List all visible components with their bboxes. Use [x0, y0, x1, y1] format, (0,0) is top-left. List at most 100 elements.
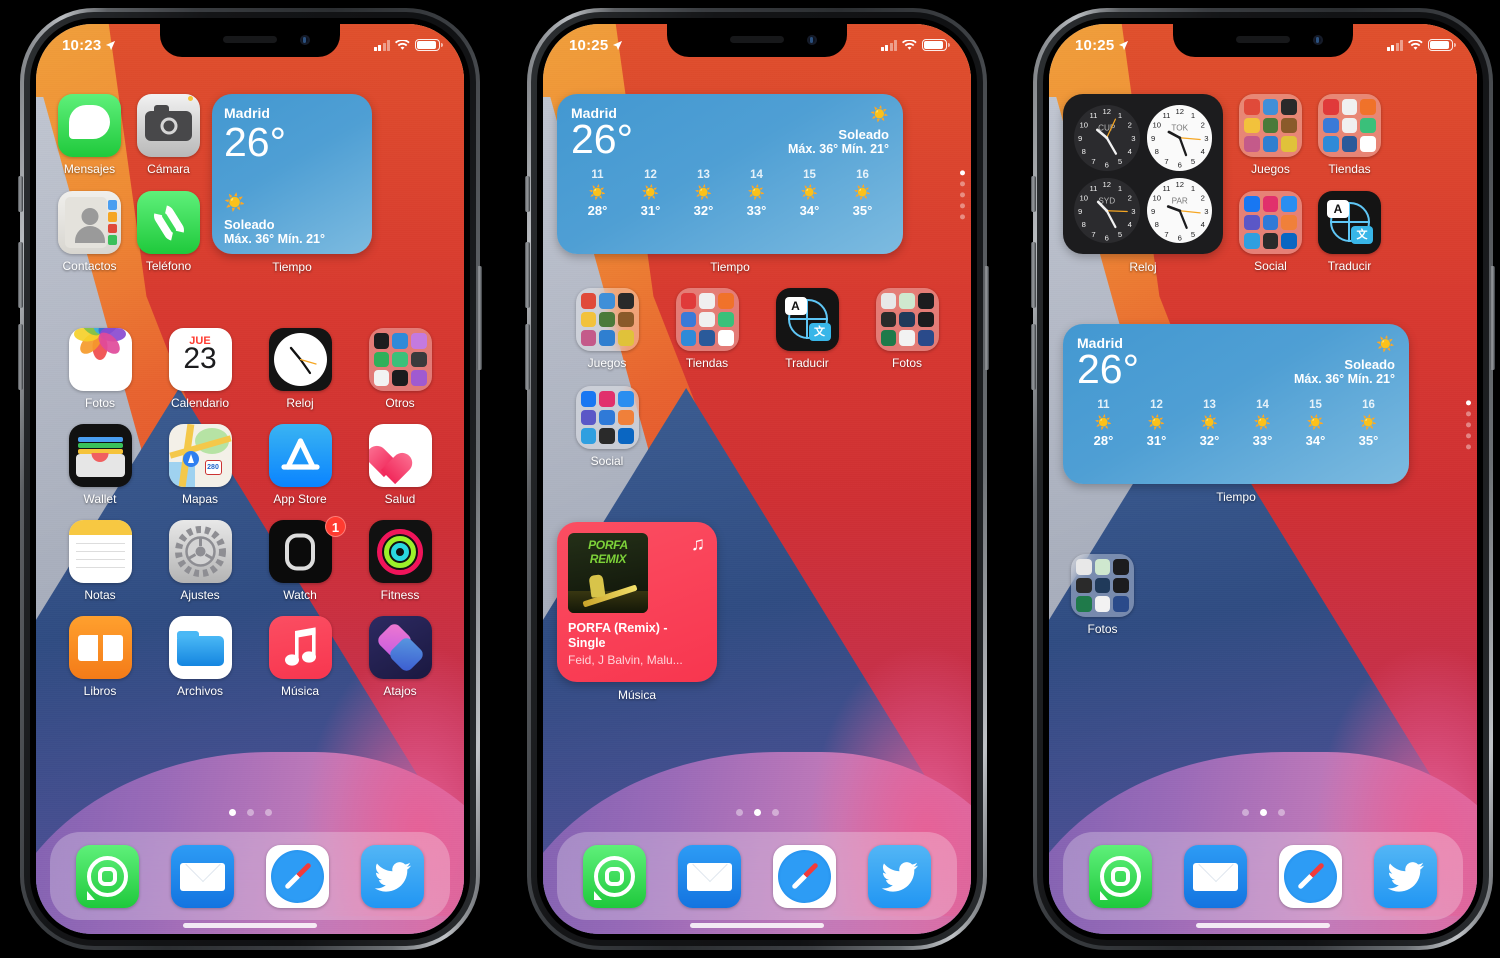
home-indicator[interactable]: [690, 923, 824, 928]
folder-tiendas[interactable]: Tiendas: [1310, 94, 1389, 177]
app-traducir[interactable]: A文 Traducir: [1310, 191, 1389, 274]
app-notas[interactable]: Notas: [50, 520, 150, 602]
volume-down-button[interactable]: [18, 324, 23, 390]
home-indicator[interactable]: [1196, 923, 1330, 928]
appstore-icon[interactable]: [268, 424, 332, 487]
messages-icon[interactable]: [58, 94, 121, 157]
folder-social[interactable]: Social: [557, 386, 657, 468]
folder-fotos[interactable]: Fotos: [1063, 554, 1142, 636]
folder-otros[interactable]: Otros: [350, 328, 450, 410]
whatsapp-icon[interactable]: [583, 844, 646, 908]
safari-icon[interactable]: [773, 844, 836, 908]
mail-icon[interactable]: [171, 844, 234, 908]
safari-icon[interactable]: [1279, 844, 1342, 908]
shortcuts-icon[interactable]: [368, 616, 432, 679]
silent-switch[interactable]: [1031, 176, 1036, 212]
volume-up-button[interactable]: [18, 242, 23, 308]
health-icon[interactable]: [368, 424, 432, 487]
folder-icon[interactable]: [368, 328, 432, 391]
app-camara[interactable]: Cámara: [129, 94, 208, 177]
weather-widget-small[interactable]: Madrid 26° ☀️ Soleado Máx. 36° Mín. 21° …: [212, 94, 372, 274]
music-widget[interactable]: ♫ PORFA REMIX PORFA (Remix) - Single Fei…: [557, 522, 717, 702]
clock-widget[interactable]: 12 1 2 3 4 5 6 7 8 9 10 11 CUP 12 1 2 3 4 5 6 7 8 9 10 11 TOK …: [1063, 94, 1223, 274]
app-reloj[interactable]: Reloj: [250, 328, 350, 410]
home-indicator[interactable]: [183, 923, 317, 928]
calendar-icon[interactable]: JUE 23: [168, 328, 232, 391]
files-icon[interactable]: [168, 616, 232, 679]
widget-stack-dots[interactable]: [960, 170, 965, 220]
watch-icon[interactable]: [268, 520, 332, 583]
app-telefono[interactable]: Teléfono: [129, 191, 208, 274]
app-atajos[interactable]: Atajos: [350, 616, 450, 698]
mail-icon[interactable]: [1184, 844, 1247, 908]
mail-icon[interactable]: [678, 844, 741, 908]
app-mensajes[interactable]: Mensajes: [50, 94, 129, 177]
twitter-icon[interactable]: [361, 844, 424, 908]
folder-icon[interactable]: [875, 288, 939, 351]
app-contactos[interactable]: Contactos: [50, 191, 129, 274]
app-archivos[interactable]: Archivos: [150, 616, 250, 698]
app-watch[interactable]: 1 Watch: [250, 516, 350, 602]
app-app-store[interactable]: App Store: [250, 424, 350, 506]
twitter-icon[interactable]: [1374, 844, 1437, 908]
app-traducir[interactable]: A文 Traducir: [757, 288, 857, 370]
app-salud[interactable]: Salud: [350, 424, 450, 506]
volume-down-button[interactable]: [1031, 324, 1036, 390]
wallet-icon[interactable]: [68, 424, 132, 487]
power-button[interactable]: [984, 266, 989, 370]
app-calendario[interactable]: JUE 23 Calendario: [150, 328, 250, 410]
weather-widget-wide[interactable]: ☀️ Madrid 26° Soleado Máx. 36° Mín. 21°: [1063, 324, 1409, 504]
notes-icon[interactable]: [68, 520, 132, 583]
page-indicator[interactable]: [36, 809, 464, 816]
app-musica[interactable]: Música: [250, 616, 350, 698]
folder-fotos[interactable]: Fotos: [857, 288, 957, 370]
music-widget-body[interactable]: ♫ PORFA REMIX PORFA (Remix) - Single Fei…: [557, 522, 717, 682]
app-fitness[interactable]: Fitness: [350, 520, 450, 602]
silent-switch[interactable]: [18, 176, 23, 212]
volume-up-button[interactable]: [525, 242, 530, 308]
weather-widget-body[interactable]: Madrid 26° ☀️ Soleado Máx. 36° Mín. 21°: [212, 94, 372, 254]
app-mapas[interactable]: 280 Mapas: [150, 424, 250, 506]
settings-icon[interactable]: [168, 520, 232, 583]
folder-icon[interactable]: [1318, 94, 1381, 157]
twitter-icon[interactable]: [868, 844, 931, 908]
contacts-icon[interactable]: [58, 191, 121, 254]
whatsapp-icon[interactable]: [76, 844, 139, 908]
power-button[interactable]: [477, 266, 482, 370]
app-ajustes[interactable]: Ajustes: [150, 520, 250, 602]
photos-icon[interactable]: [68, 328, 132, 391]
power-button[interactable]: [1490, 266, 1495, 370]
app-libros[interactable]: Libros: [50, 616, 150, 698]
folder-icon[interactable]: [1071, 554, 1134, 617]
app-fotos[interactable]: Fotos: [50, 328, 150, 410]
silent-switch[interactable]: [525, 176, 530, 212]
weather-widget-wide[interactable]: ☀️ Madrid 26° Soleado Máx. 36° Mín. 21°: [557, 94, 903, 274]
safari-icon[interactable]: [266, 844, 329, 908]
volume-down-button[interactable]: [525, 324, 530, 390]
weather-widget-body[interactable]: ☀️ Madrid 26° Soleado Máx. 36° Mín. 21°: [1063, 324, 1409, 484]
books-icon[interactable]: [68, 616, 132, 679]
folder-juegos[interactable]: Juegos: [557, 288, 657, 370]
maps-icon[interactable]: 280: [168, 424, 232, 487]
folder-icon[interactable]: [575, 386, 639, 449]
translate-icon[interactable]: A文: [775, 288, 839, 351]
translate-icon[interactable]: A文: [1318, 191, 1381, 254]
camera-icon[interactable]: [137, 94, 200, 157]
app-wallet[interactable]: Wallet: [50, 424, 150, 506]
clock-icon[interactable]: [268, 328, 332, 391]
fitness-icon[interactable]: [368, 520, 432, 583]
clock-widget-body[interactable]: 12 1 2 3 4 5 6 7 8 9 10 11 CUP 12 1 2 3 4 5 6 7 8 9 10 11 TOK …: [1063, 94, 1223, 254]
folder-icon[interactable]: [575, 288, 639, 351]
folder-icon[interactable]: [1239, 191, 1302, 254]
widget-stack-dots[interactable]: [1466, 400, 1471, 450]
folder-icon[interactable]: [1239, 94, 1302, 157]
weather-widget-body[interactable]: ☀️ Madrid 26° Soleado Máx. 36° Mín. 21°: [557, 94, 903, 254]
phone-icon[interactable]: [137, 191, 200, 254]
page-indicator[interactable]: [543, 809, 971, 816]
folder-juegos[interactable]: Juegos: [1231, 94, 1310, 177]
whatsapp-icon[interactable]: [1089, 844, 1152, 908]
folder-social[interactable]: Social: [1231, 191, 1310, 274]
music-icon[interactable]: [268, 616, 332, 679]
folder-tiendas[interactable]: Tiendas: [657, 288, 757, 370]
volume-up-button[interactable]: [1031, 242, 1036, 308]
